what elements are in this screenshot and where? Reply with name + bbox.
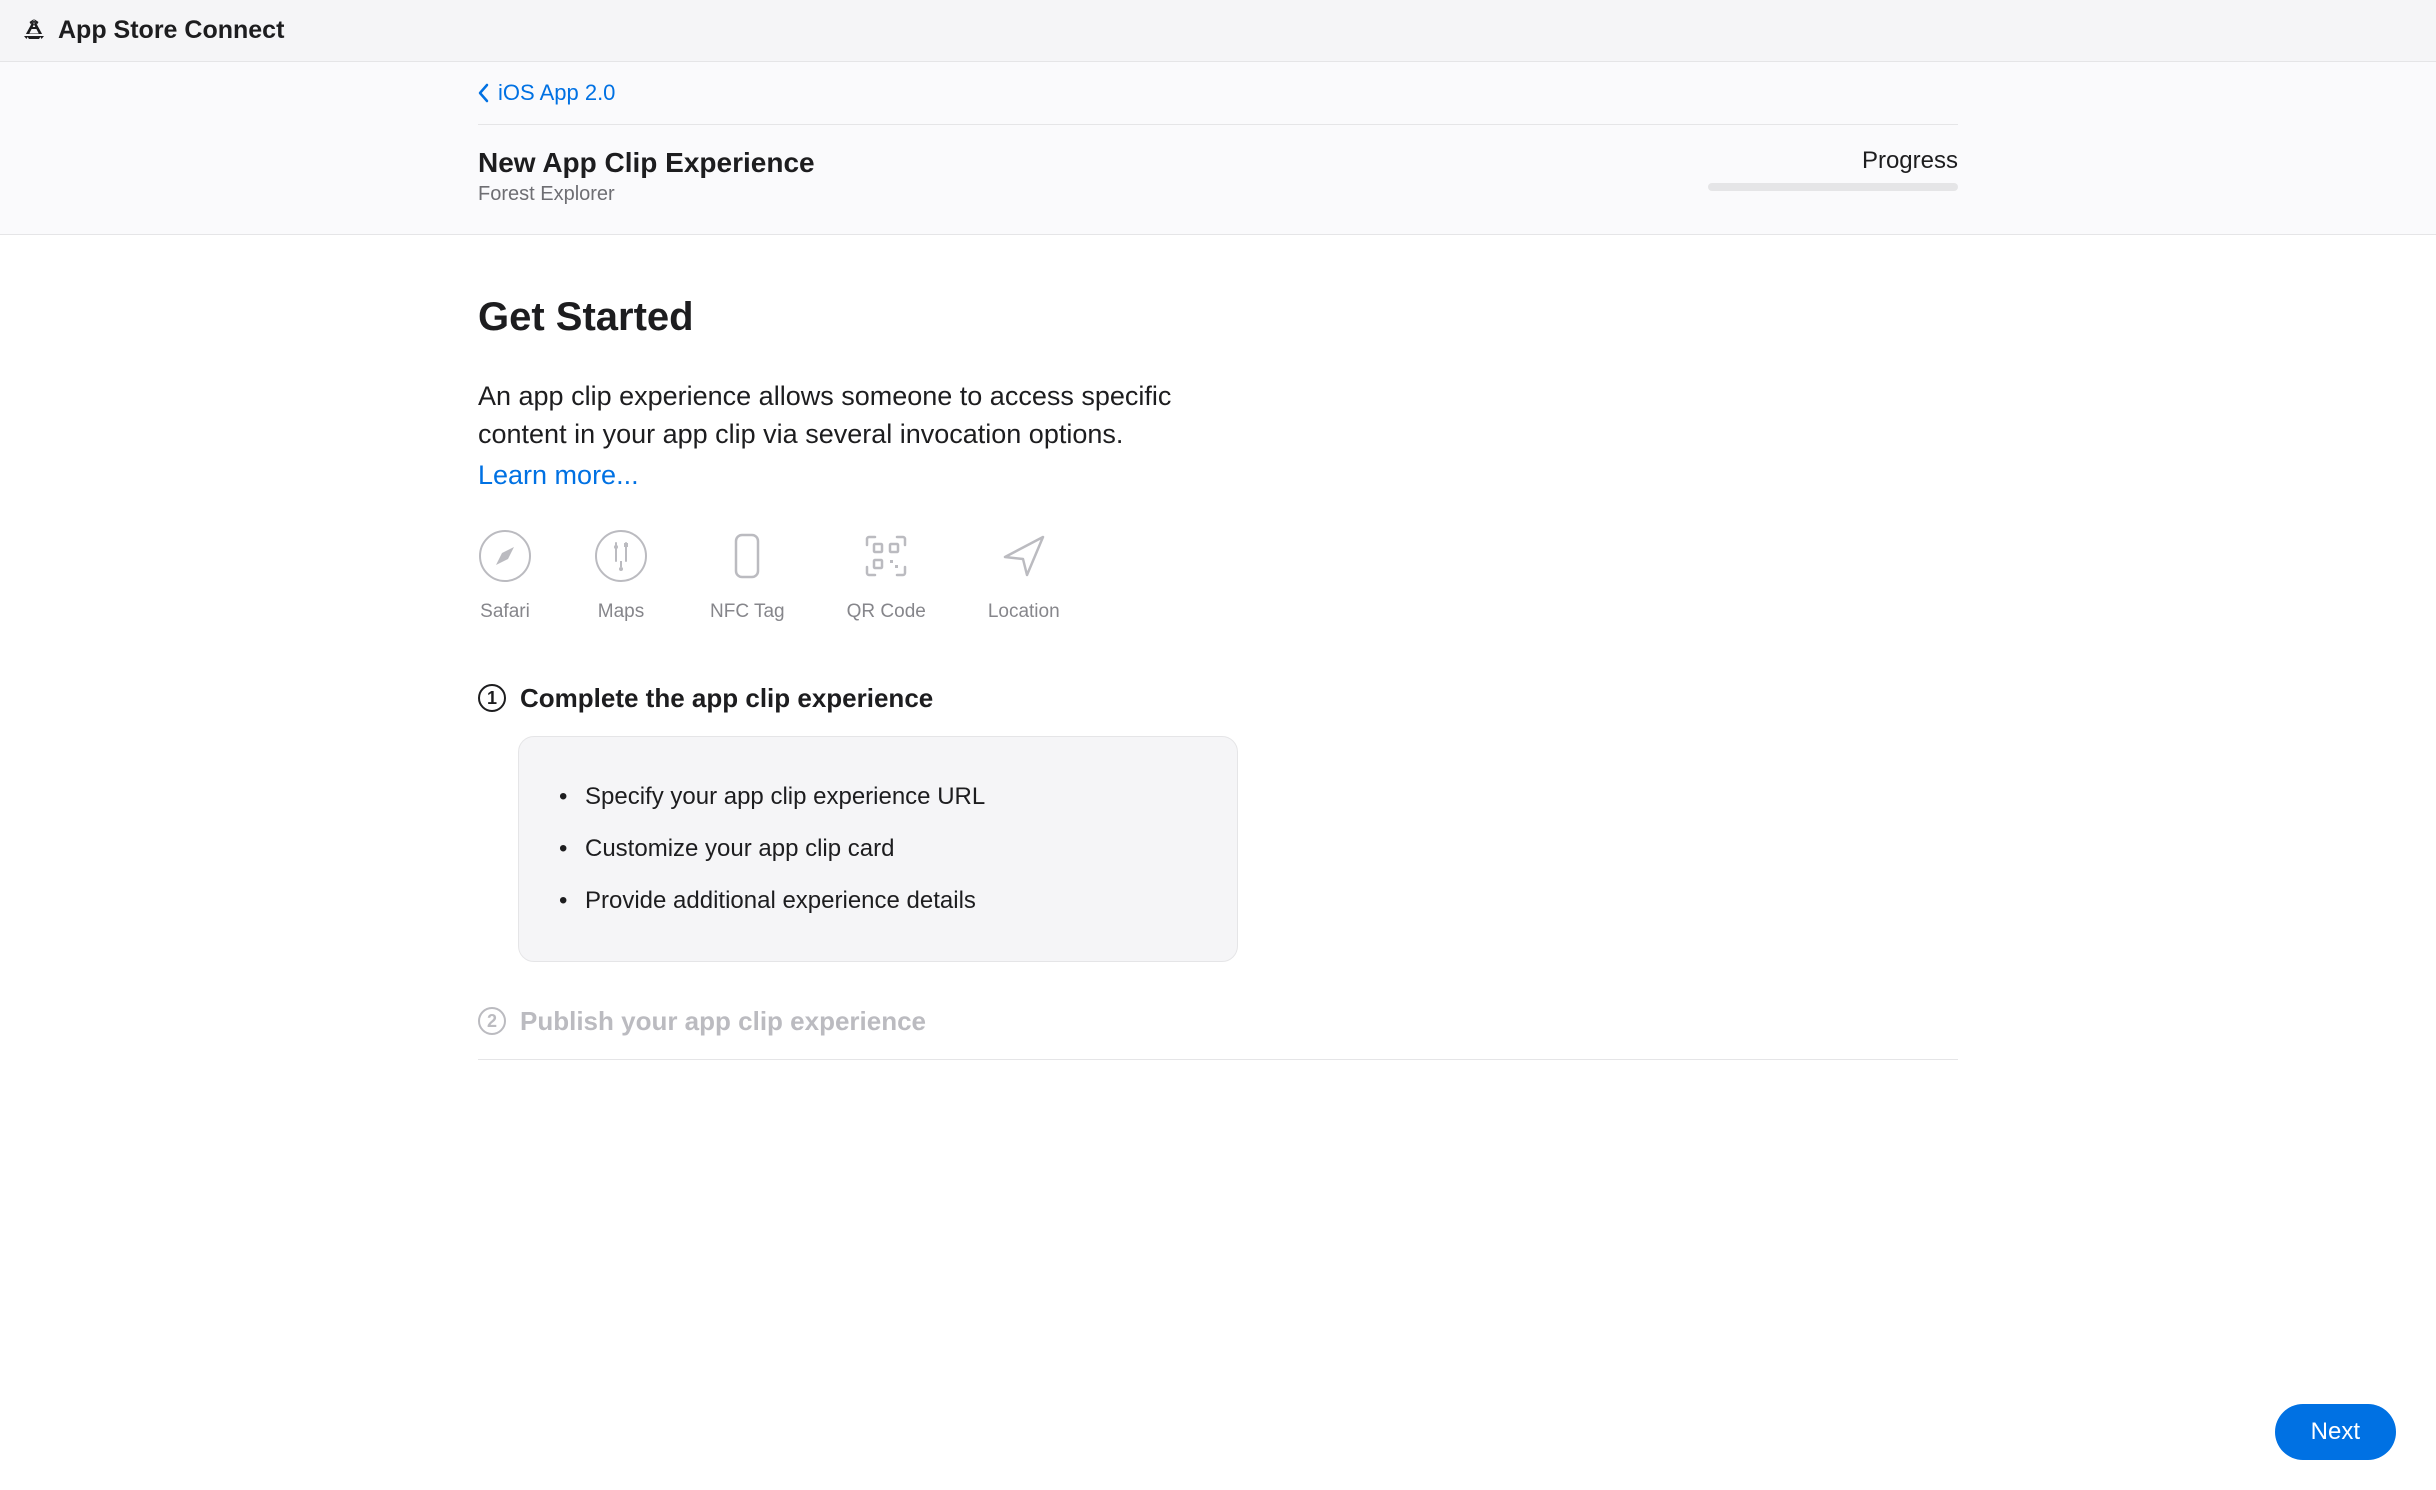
app-store-connect-icon <box>20 17 48 45</box>
step-bullet: Customize your app clip card <box>559 823 1197 875</box>
step-1-header: 1 Complete the app clip experience <box>478 683 1958 714</box>
invocation-qr: QR Code <box>847 529 926 623</box>
divider <box>478 1059 1958 1060</box>
icon-label: Safari <box>480 601 530 623</box>
intro-text: An app clip experience allows someone to… <box>478 378 1198 454</box>
next-button[interactable]: Next <box>2275 1404 2396 1460</box>
step-title: Publish your app clip experience <box>520 1006 926 1037</box>
footer-bar: Next <box>2275 1404 2396 1460</box>
qr-code-icon <box>859 529 913 583</box>
breadcrumb-label: iOS App 2.0 <box>498 80 615 106</box>
invocation-icons-row: Safari Maps <box>478 529 1958 623</box>
step-1-box: Specify your app clip experience URL Cus… <box>518 736 1238 962</box>
app-header: App Store Connect <box>0 0 2436 62</box>
maps-icon <box>594 529 648 583</box>
icon-label: QR Code <box>847 601 926 623</box>
progress-label: Progress <box>1708 147 1958 175</box>
step-bullet: Specify your app clip experience URL <box>559 771 1197 823</box>
sub-header: iOS App 2.0 New App Clip Experience Fore… <box>0 62 2436 235</box>
icon-label: Location <box>988 601 1060 623</box>
main-content: Get Started An app clip experience allow… <box>0 235 2436 1180</box>
step-number-badge: 1 <box>478 684 506 712</box>
learn-more-link[interactable]: Learn more... <box>478 460 639 491</box>
step-2-header: 2 Publish your app clip experience <box>478 1006 1958 1037</box>
location-icon <box>997 529 1051 583</box>
invocation-maps: Maps <box>594 529 648 623</box>
safari-icon <box>478 529 532 583</box>
invocation-nfc: NFC Tag <box>710 529 785 623</box>
step-bullet: Provide additional experience details <box>559 875 1197 927</box>
breadcrumb-back-link[interactable]: iOS App 2.0 <box>478 80 615 106</box>
nfc-tag-icon <box>720 529 774 583</box>
app-subtitle: Forest Explorer <box>478 183 815 206</box>
icon-label: Maps <box>598 601 644 623</box>
progress-bar <box>1708 183 1958 191</box>
step-number-badge: 2 <box>478 1007 506 1035</box>
invocation-safari: Safari <box>478 529 532 623</box>
title-row: New App Clip Experience Forest Explorer … <box>478 125 1958 234</box>
invocation-location: Location <box>988 529 1060 623</box>
icon-label: NFC Tag <box>710 601 785 623</box>
breadcrumb-row: iOS App 2.0 <box>478 62 1958 125</box>
step-title: Complete the app clip experience <box>520 683 933 714</box>
section-heading: Get Started <box>478 295 1958 340</box>
app-title: App Store Connect <box>58 16 284 45</box>
page-title: New App Clip Experience <box>478 147 815 179</box>
chevron-left-icon <box>478 83 490 103</box>
